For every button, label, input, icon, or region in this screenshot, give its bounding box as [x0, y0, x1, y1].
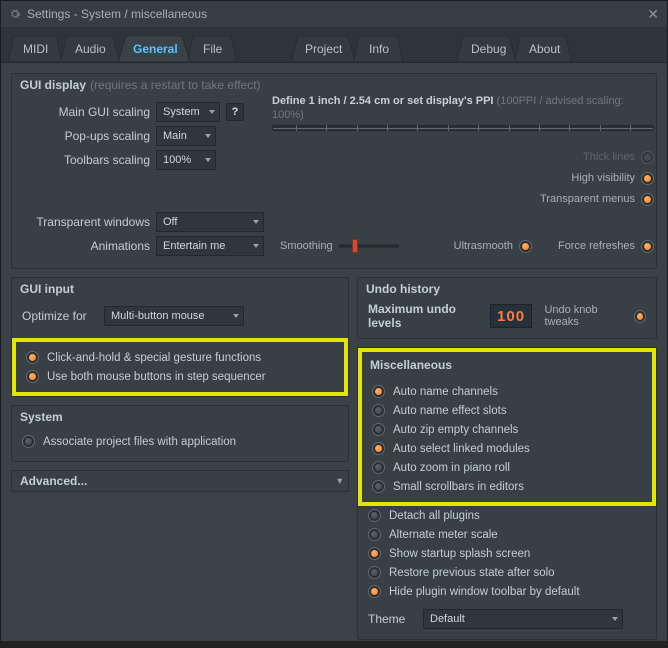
panel-title: GUI input	[20, 282, 74, 296]
close-icon[interactable]: ✕	[647, 6, 659, 23]
label-max-undo: Maximum undo levels	[368, 302, 484, 330]
select-transparent-windows[interactable]: Off	[156, 212, 264, 232]
opt-transparent-menus[interactable]: Transparent menus	[540, 190, 654, 208]
radio-icon	[26, 370, 39, 383]
label-transparent-windows: Transparent windows	[22, 215, 150, 229]
input-max-undo[interactable]: 100	[490, 304, 533, 328]
opt-ultrasmooth[interactable]: Ultrasmooth	[454, 237, 532, 255]
misc-item-2[interactable]: Auto zip empty channels	[372, 420, 642, 439]
ppi-slider[interactable]	[272, 125, 654, 131]
select-optimize-for[interactable]: Multi-button mouse	[104, 306, 244, 326]
misc-extra-4[interactable]: Hide plugin window toolbar by default	[368, 582, 646, 601]
label-popups-scaling: Pop-ups scaling	[22, 129, 150, 143]
panel-title: Undo history	[366, 282, 440, 296]
misc-item-0[interactable]: Auto name channels	[372, 382, 642, 401]
help-button[interactable]: ?	[226, 103, 244, 121]
radio-icon	[641, 240, 654, 253]
smoothing-slider[interactable]	[339, 239, 399, 253]
misc-extra-3[interactable]: Restore previous state after solo	[368, 563, 646, 582]
misc-item-4[interactable]: Auto zoom in piano roll	[372, 458, 642, 477]
radio-icon	[641, 151, 654, 164]
select-theme[interactable]: Default	[423, 609, 623, 629]
label-theme: Theme	[368, 612, 413, 626]
label-main-scaling: Main GUI scaling	[22, 105, 150, 119]
chevron-down-icon: ▾	[337, 476, 342, 487]
tab-about[interactable]: About	[509, 36, 577, 62]
chk-associate-files[interactable]: Associate project files with application	[22, 432, 338, 451]
radio-icon	[372, 480, 385, 493]
radio-icon	[372, 461, 385, 474]
misc-item-5[interactable]: Small scrollbars in editors	[372, 477, 642, 496]
highlight-gui-input: Click-and-hold & special gesture functio…	[12, 338, 348, 396]
radio-icon	[641, 193, 654, 206]
gear-icon	[9, 8, 21, 20]
label-animations: Animations	[22, 239, 150, 253]
radio-icon	[641, 172, 654, 185]
settings-window: Settings - System / miscellaneous ✕ MIDI…	[0, 0, 668, 640]
panel-gui-input: GUI input Optimize for Multi-button mous…	[11, 277, 349, 397]
panel-hint: (requires a restart to take effect)	[90, 78, 261, 92]
select-main-scaling[interactable]: System	[156, 102, 220, 122]
misc-item-3[interactable]: Auto select linked modules	[372, 439, 642, 458]
radio-icon	[372, 385, 385, 398]
select-animations[interactable]: Entertain me	[156, 236, 264, 256]
panel-undo: Undo history Maximum undo levels 100 Und…	[357, 277, 657, 339]
opt-undo-knob-tweaks[interactable]: Undo knob tweaks	[544, 307, 646, 325]
panel-title: System	[20, 410, 63, 424]
tab-general[interactable]: General	[113, 36, 195, 62]
window-title: Settings - System / miscellaneous	[27, 7, 207, 21]
panel-system: System Associate project files with appl…	[11, 405, 349, 462]
label-smoothing: Smoothing	[280, 240, 333, 252]
highlight-misc: Miscellaneous Auto name channelsAuto nam…	[358, 348, 656, 506]
misc-extra-1[interactable]: Alternate meter scale	[368, 525, 646, 544]
tab-info[interactable]: Info	[349, 36, 407, 62]
radio-icon	[634, 310, 646, 323]
misc-extra-0[interactable]: Detach all plugins	[368, 506, 646, 525]
panel-misc: Miscellaneous Auto name channelsAuto nam…	[357, 347, 657, 640]
radio-icon	[368, 547, 381, 560]
content: GUI display (requires a restart to take …	[1, 63, 667, 641]
select-popups-scaling[interactable]: Main	[156, 126, 216, 146]
radio-icon	[372, 442, 385, 455]
chk-click-hold[interactable]: Click-and-hold & special gesture functio…	[26, 348, 334, 367]
ppi-label: Define 1 inch / 2.54 cm or set display's…	[272, 95, 624, 121]
opt-high-visibility[interactable]: High visibility	[571, 169, 654, 187]
radio-icon	[368, 509, 381, 522]
opt-thick-lines[interactable]: Thick lines	[583, 148, 654, 166]
panel-title: Miscellaneous	[370, 358, 452, 372]
select-toolbars-scaling[interactable]: 100%	[156, 150, 216, 170]
radio-icon	[368, 528, 381, 541]
radio-icon	[372, 404, 385, 417]
tabbar: MIDI Audio General File Project Info Deb…	[1, 27, 667, 63]
misc-extra-2[interactable]: Show startup splash screen	[368, 544, 646, 563]
misc-item-1[interactable]: Auto name effect slots	[372, 401, 642, 420]
titlebar: Settings - System / miscellaneous ✕	[1, 1, 667, 27]
radio-icon	[22, 435, 35, 448]
label-optimize-for: Optimize for	[22, 309, 98, 323]
panel-gui-display: GUI display (requires a restart to take …	[11, 73, 657, 269]
radio-icon	[372, 423, 385, 436]
radio-icon	[368, 585, 381, 598]
radio-icon	[368, 566, 381, 579]
chk-both-mouse-buttons[interactable]: Use both mouse buttons in step sequencer	[26, 367, 334, 386]
advanced-toggle[interactable]: Advanced... ▾	[11, 470, 349, 492]
label-toolbars-scaling: Toolbars scaling	[22, 153, 150, 167]
opt-force-refreshes[interactable]: Force refreshes	[558, 237, 654, 255]
radio-icon	[26, 351, 39, 364]
radio-icon	[519, 240, 532, 253]
panel-title: GUI display	[20, 78, 86, 92]
